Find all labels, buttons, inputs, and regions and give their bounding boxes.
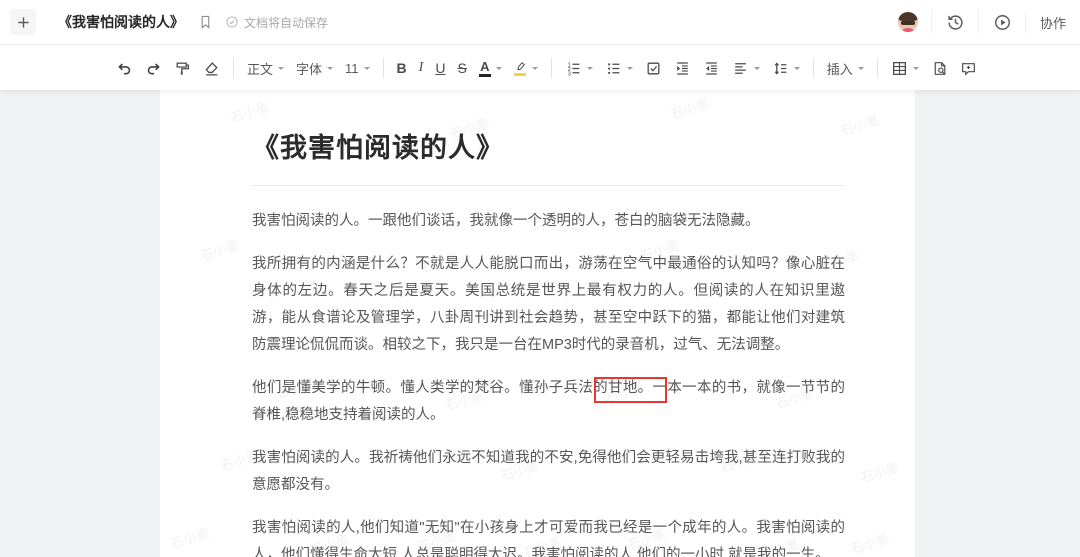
- font-size-dropdown[interactable]: 11: [339, 54, 376, 82]
- divider: [551, 58, 552, 78]
- divider: [877, 58, 878, 78]
- font-family-value: 字体: [296, 59, 322, 78]
- checkbox-icon: [645, 60, 662, 77]
- line-spacing-icon: [772, 60, 789, 77]
- paragraph-style-value: 正文: [247, 59, 273, 78]
- presentation-button[interactable]: [979, 0, 1025, 44]
- indent-decrease-icon: [703, 60, 720, 77]
- indent-increase-icon: [674, 60, 691, 77]
- collaborate-button[interactable]: 协作: [1026, 0, 1080, 44]
- avatar-shirt: [902, 28, 914, 32]
- document-page[interactable]: 石小墨石小墨石小墨石小墨石小墨石小墨石小墨石小墨石小墨石小墨石小墨石小墨石小墨石…: [160, 90, 915, 557]
- comment-button[interactable]: [954, 54, 983, 82]
- task-list-button[interactable]: [639, 54, 668, 82]
- autosave-text: 文档将自动保存: [244, 14, 328, 31]
- divider: [383, 58, 384, 78]
- chevron-down-icon: [278, 67, 284, 73]
- redo-icon: [145, 60, 162, 77]
- chevron-down-icon: [754, 67, 760, 73]
- chevron-down-icon: [327, 67, 333, 73]
- document-body[interactable]: 《我害怕阅读的人》 我害怕阅读的人。一跟他们谈话，我就像一个透明的人，苍白的脑袋…: [160, 90, 915, 557]
- paragraph[interactable]: 我所拥有的内涵是什么？不就是人人能脱口而出，游荡在空气中最通俗的认知吗？像心脏在…: [252, 251, 845, 359]
- bookmark-icon: [198, 14, 213, 30]
- format-toolbar: 正文 字体 11 B I U S A 123: [0, 46, 1080, 90]
- font-family-dropdown[interactable]: 字体: [290, 54, 339, 82]
- font-color-dropdown[interactable]: A: [473, 54, 508, 82]
- top-bar: 《我害怕阅读的人》 文档将自动保存 协作: [0, 0, 1080, 45]
- paragraph-style-dropdown[interactable]: 正文: [241, 54, 290, 82]
- plus-icon: [16, 15, 31, 30]
- chevron-down-icon: [913, 67, 919, 73]
- clear-format-button[interactable]: [197, 54, 226, 82]
- indent-increase-button[interactable]: [668, 54, 697, 82]
- font-size-value: 11: [345, 61, 359, 76]
- ordered-list-dropdown[interactable]: 123: [559, 54, 599, 82]
- chevron-down-icon: [587, 67, 593, 73]
- play-circle-icon: [993, 13, 1012, 32]
- align-left-icon: [732, 60, 749, 77]
- strikethrough-button[interactable]: S: [451, 54, 472, 82]
- line-spacing-dropdown[interactable]: [766, 54, 806, 82]
- align-dropdown[interactable]: [726, 54, 766, 82]
- chevron-down-icon: [858, 67, 864, 73]
- svg-text:3: 3: [567, 71, 570, 77]
- paragraph[interactable]: 我害怕阅读的人,他们知道"无知"在小孩身上才可爱而我已经是一个成年的人。我害怕阅…: [252, 515, 845, 557]
- italic-button[interactable]: I: [413, 54, 430, 82]
- paragraph[interactable]: 他们是懂美学的牛顿。懂人类学的梵谷。懂孙子兵法的甘地。一本一本的书，就像一节节的…: [252, 375, 845, 429]
- underline-label: U: [435, 60, 445, 76]
- font-color-letter: A: [480, 60, 489, 73]
- bold-button[interactable]: B: [391, 54, 413, 82]
- undo-button[interactable]: [110, 54, 139, 82]
- avatar-glasses: [901, 21, 915, 25]
- new-document-button[interactable]: [10, 9, 36, 35]
- redo-button[interactable]: [139, 54, 168, 82]
- chevron-down-icon: [532, 67, 538, 73]
- chevron-down-icon: [627, 67, 633, 73]
- bold-label: B: [397, 60, 407, 76]
- find-replace-button[interactable]: [925, 54, 954, 82]
- autosave-status: 文档将自动保存: [225, 14, 328, 31]
- strikethrough-label: S: [457, 60, 466, 76]
- bullet-list-dropdown[interactable]: [599, 54, 639, 82]
- chevron-down-icon: [364, 67, 370, 73]
- underline-button[interactable]: U: [429, 54, 451, 82]
- history-button[interactable]: [932, 0, 978, 44]
- insert-dropdown[interactable]: 插入: [821, 54, 870, 82]
- bullet-list-icon: [605, 60, 622, 77]
- topbar-actions: 协作: [885, 0, 1080, 44]
- document-heading[interactable]: 《我害怕阅读的人》: [252, 126, 845, 165]
- bookmark-button[interactable]: [198, 14, 213, 30]
- heading-divider: [252, 185, 845, 186]
- format-painter-icon: [174, 60, 191, 77]
- font-color-bar: [479, 74, 491, 77]
- chevron-down-icon: [794, 67, 800, 73]
- chevron-down-icon: [496, 67, 502, 73]
- italic-label: I: [419, 60, 424, 76]
- document-title[interactable]: 《我害怕阅读的人》: [58, 12, 184, 32]
- history-icon: [946, 13, 965, 32]
- ordered-list-icon: 123: [565, 60, 582, 77]
- highlight-dropdown[interactable]: [508, 54, 544, 82]
- indent-decrease-button[interactable]: [697, 54, 726, 82]
- highlight-icon: [514, 60, 527, 76]
- document-search-icon: [931, 60, 948, 77]
- insert-label: 插入: [827, 59, 853, 78]
- format-painter-button[interactable]: [168, 54, 197, 82]
- paragraph[interactable]: 我害怕阅读的人。我祈祷他们永远不知道我的不安,免得他们会更轻易击垮我,甚至连打败…: [252, 445, 845, 499]
- highlight-color-bar: [514, 73, 526, 76]
- check-circle-icon: [225, 15, 239, 29]
- divider: [813, 58, 814, 78]
- table-icon: [891, 60, 908, 77]
- table-dropdown[interactable]: [885, 54, 925, 82]
- eraser-icon: [203, 60, 220, 77]
- red-annotation-box: [594, 377, 667, 403]
- user-avatar[interactable]: [898, 12, 918, 32]
- font-color-icon: A: [479, 60, 491, 77]
- divider: [233, 58, 234, 78]
- highlighter-pen-icon: [514, 60, 527, 72]
- editor-scroll-area[interactable]: 石小墨石小墨石小墨石小墨石小墨石小墨石小墨石小墨石小墨石小墨石小墨石小墨石小墨石…: [0, 90, 1080, 557]
- undo-icon: [116, 60, 133, 77]
- comment-plus-icon: [960, 60, 977, 77]
- paragraph[interactable]: 我害怕阅读的人。一跟他们谈话，我就像一个透明的人，苍白的脑袋无法隐藏。: [252, 208, 845, 235]
